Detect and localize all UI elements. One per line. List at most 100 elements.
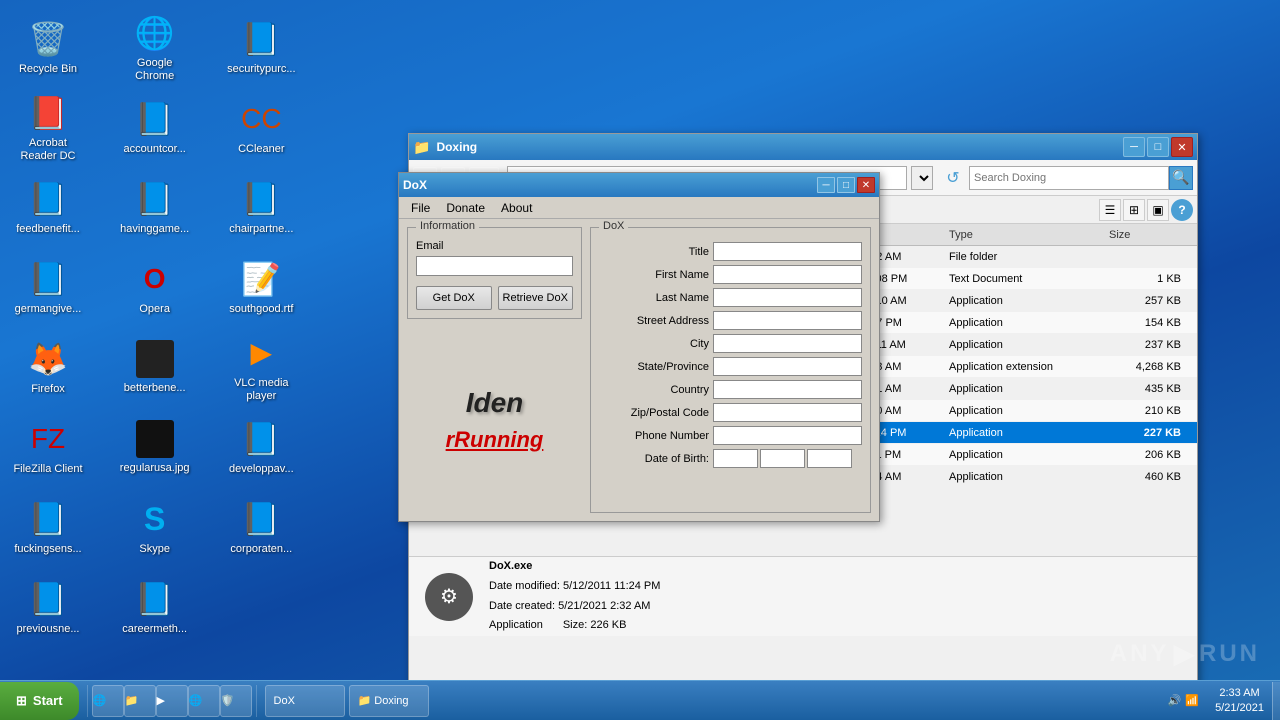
row-type: Application bbox=[949, 383, 1109, 395]
retrieve-dox-button[interactable]: Retrieve DoX bbox=[498, 286, 574, 310]
icon-opera[interactable]: O Opera bbox=[115, 248, 195, 328]
country-input[interactable] bbox=[713, 380, 862, 399]
dox-content: Information Email Get DoX Retrieve DoX I… bbox=[399, 219, 879, 521]
state-row: State/Province bbox=[599, 357, 862, 376]
icon-label-securitypur: securitypurc... bbox=[227, 63, 295, 76]
file-created-status: Date created: 5/21/2021 2:32 AM bbox=[489, 597, 660, 617]
menu-file[interactable]: File bbox=[403, 199, 438, 217]
row-size: 154 KB bbox=[1109, 317, 1189, 329]
icon-corporate[interactable]: 📘 corporate​n... bbox=[221, 488, 301, 568]
menu-donate[interactable]: Donate bbox=[438, 199, 493, 217]
dob-year-input[interactable] bbox=[807, 449, 852, 468]
havinggame-icon: 📘 bbox=[135, 179, 175, 219]
dox-title-text: DoX bbox=[403, 178, 427, 192]
dox-window-controls: ─ □ ✕ bbox=[817, 177, 875, 193]
tray-network-icon[interactable]: 📶 bbox=[1185, 694, 1199, 707]
icon-securitypur[interactable]: 📘 securitypurc... bbox=[221, 8, 301, 88]
phone-input[interactable] bbox=[713, 426, 862, 445]
taskbar-doxing-button[interactable]: 📁 Doxing bbox=[349, 685, 429, 717]
start-button[interactable]: ⊞ Start bbox=[0, 682, 79, 720]
lastname-input[interactable] bbox=[713, 288, 862, 307]
icon-skype[interactable]: S Skype bbox=[115, 488, 195, 568]
col-header-type[interactable]: Type bbox=[949, 229, 1109, 241]
path-dropdown[interactable] bbox=[911, 166, 933, 190]
row-size: 460 KB bbox=[1109, 471, 1189, 483]
icon-germangive[interactable]: 📘 germangive... bbox=[8, 248, 88, 328]
icon-regularusa[interactable]: regularusa.jpg bbox=[115, 408, 195, 488]
start-label: Start bbox=[33, 693, 63, 708]
dox-minimize-button[interactable]: ─ bbox=[817, 177, 835, 193]
title-input[interactable] bbox=[713, 242, 862, 261]
icon-havinggame[interactable]: 📘 havinggame... bbox=[115, 168, 195, 248]
icon-chairpartne[interactable]: 📘 chairpartne... bbox=[221, 168, 301, 248]
icon-ccleaner[interactable]: CC CCleaner bbox=[221, 88, 301, 168]
icon-developpa[interactable]: 📘 developpa​v... bbox=[221, 408, 301, 488]
explorer-status-bar: ⚙ DoX.exe Date modified: 5/12/2011 11:24… bbox=[409, 556, 1197, 636]
refresh-button[interactable]: ↺ bbox=[941, 166, 965, 190]
icon-vlc[interactable]: ▶ VLC media player bbox=[221, 328, 301, 408]
email-input[interactable] bbox=[416, 256, 573, 276]
get-dox-button[interactable]: Get DoX bbox=[416, 286, 492, 310]
file-explorer-titlebar[interactable]: 📁 Doxing ─ □ ✕ bbox=[409, 134, 1197, 160]
minimize-button[interactable]: ─ bbox=[1123, 137, 1145, 157]
firstname-label: First Name bbox=[599, 269, 709, 281]
icon-label-previousne: previousne... bbox=[17, 623, 80, 636]
icon-firefox[interactable]: 🦊 Firefox bbox=[8, 328, 88, 408]
icon-label-recycle-bin: Recycle Bin bbox=[19, 63, 77, 76]
search-go-button[interactable]: 🔍 bbox=[1169, 166, 1193, 190]
dox-titlebar[interactable]: DoX ─ □ ✕ bbox=[399, 173, 879, 197]
selected-file-icon: ⚙ bbox=[425, 573, 473, 621]
icon-label-skype: Skype bbox=[139, 543, 170, 556]
state-input[interactable] bbox=[713, 357, 862, 376]
preview-button[interactable]: ▣ bbox=[1147, 199, 1169, 221]
icon-previousne[interactable]: 📘 previousne... bbox=[8, 568, 88, 648]
row-size: 227 KB bbox=[1109, 427, 1189, 439]
search-input[interactable] bbox=[969, 166, 1169, 190]
firstname-input[interactable] bbox=[713, 265, 862, 284]
city-input[interactable] bbox=[713, 334, 862, 353]
dob-label: Date of Birth: bbox=[599, 453, 709, 465]
icon-label-corporate: corporate​n... bbox=[230, 543, 292, 556]
close-button[interactable]: ✕ bbox=[1171, 137, 1193, 157]
careermeth-icon: 📘 bbox=[135, 579, 175, 619]
city-label: City bbox=[599, 338, 709, 350]
menu-about[interactable]: About bbox=[493, 199, 540, 217]
icon-feedbenefit[interactable]: 📘 feedbenefit... bbox=[8, 168, 88, 248]
icon-label-firefox: Firefox bbox=[31, 383, 65, 396]
dob-day-input[interactable] bbox=[760, 449, 805, 468]
icon-careermeth[interactable]: 📘 careermeth... bbox=[115, 568, 195, 648]
previousne-icon: 📘 bbox=[28, 579, 68, 619]
taskbar-chrome-button[interactable]: 🌐 bbox=[188, 685, 220, 717]
icon-chrome[interactable]: 🌐 Google Chrome bbox=[115, 8, 195, 88]
icon-label-havinggame: havinggame... bbox=[120, 223, 189, 236]
icon-fuckingsens[interactable]: 📘 fuckingsens... bbox=[8, 488, 88, 568]
row-size: 237 KB bbox=[1109, 339, 1189, 351]
icon-filezilla[interactable]: FZ FileZilla Client bbox=[8, 408, 88, 488]
tray-volume-icon[interactable]: 🔊 bbox=[1168, 694, 1182, 707]
icon-betterbene[interactable]: betterbene... bbox=[115, 328, 195, 408]
icon-label-fuckingsens: fuckingsens... bbox=[14, 543, 81, 556]
help-button[interactable]: ? bbox=[1171, 199, 1193, 221]
taskbar-dox-button[interactable]: DoX bbox=[265, 685, 345, 717]
icon-accountcor[interactable]: 📘 accountcor... bbox=[115, 88, 195, 168]
dox-maximize-button[interactable]: □ bbox=[837, 177, 855, 193]
change-view-button[interactable]: ☰ bbox=[1099, 199, 1121, 221]
dob-month-input[interactable] bbox=[713, 449, 758, 468]
zip-input[interactable] bbox=[713, 403, 862, 422]
icon-label-southgood: southgood.rtf bbox=[229, 303, 293, 316]
streetaddress-input[interactable] bbox=[713, 311, 862, 330]
dox-close-button[interactable]: ✕ bbox=[857, 177, 875, 193]
icon-recycle-bin[interactable]: 🗑️ Recycle Bin bbox=[8, 8, 88, 88]
icon-southgood[interactable]: 📝 southgood.rtf bbox=[221, 248, 301, 328]
icon-acrobat[interactable]: 📕 Acrobat Reader DC bbox=[8, 88, 88, 168]
show-desktop-button[interactable] bbox=[1272, 682, 1280, 720]
clock-date: 5/21/2021 bbox=[1215, 701, 1264, 715]
col-header-size[interactable]: Size bbox=[1109, 229, 1189, 241]
maximize-button[interactable]: □ bbox=[1147, 137, 1169, 157]
taskbar-security-button[interactable]: 🛡️ bbox=[220, 685, 252, 717]
play-icon: ▶ bbox=[1173, 637, 1195, 670]
taskbar-media-button[interactable]: ▶ bbox=[156, 685, 188, 717]
view-toggle-button[interactable]: ⊞ bbox=[1123, 199, 1145, 221]
taskbar-folder-button[interactable]: 📁 bbox=[124, 685, 156, 717]
taskbar-ie-button[interactable]: 🌐 bbox=[92, 685, 124, 717]
